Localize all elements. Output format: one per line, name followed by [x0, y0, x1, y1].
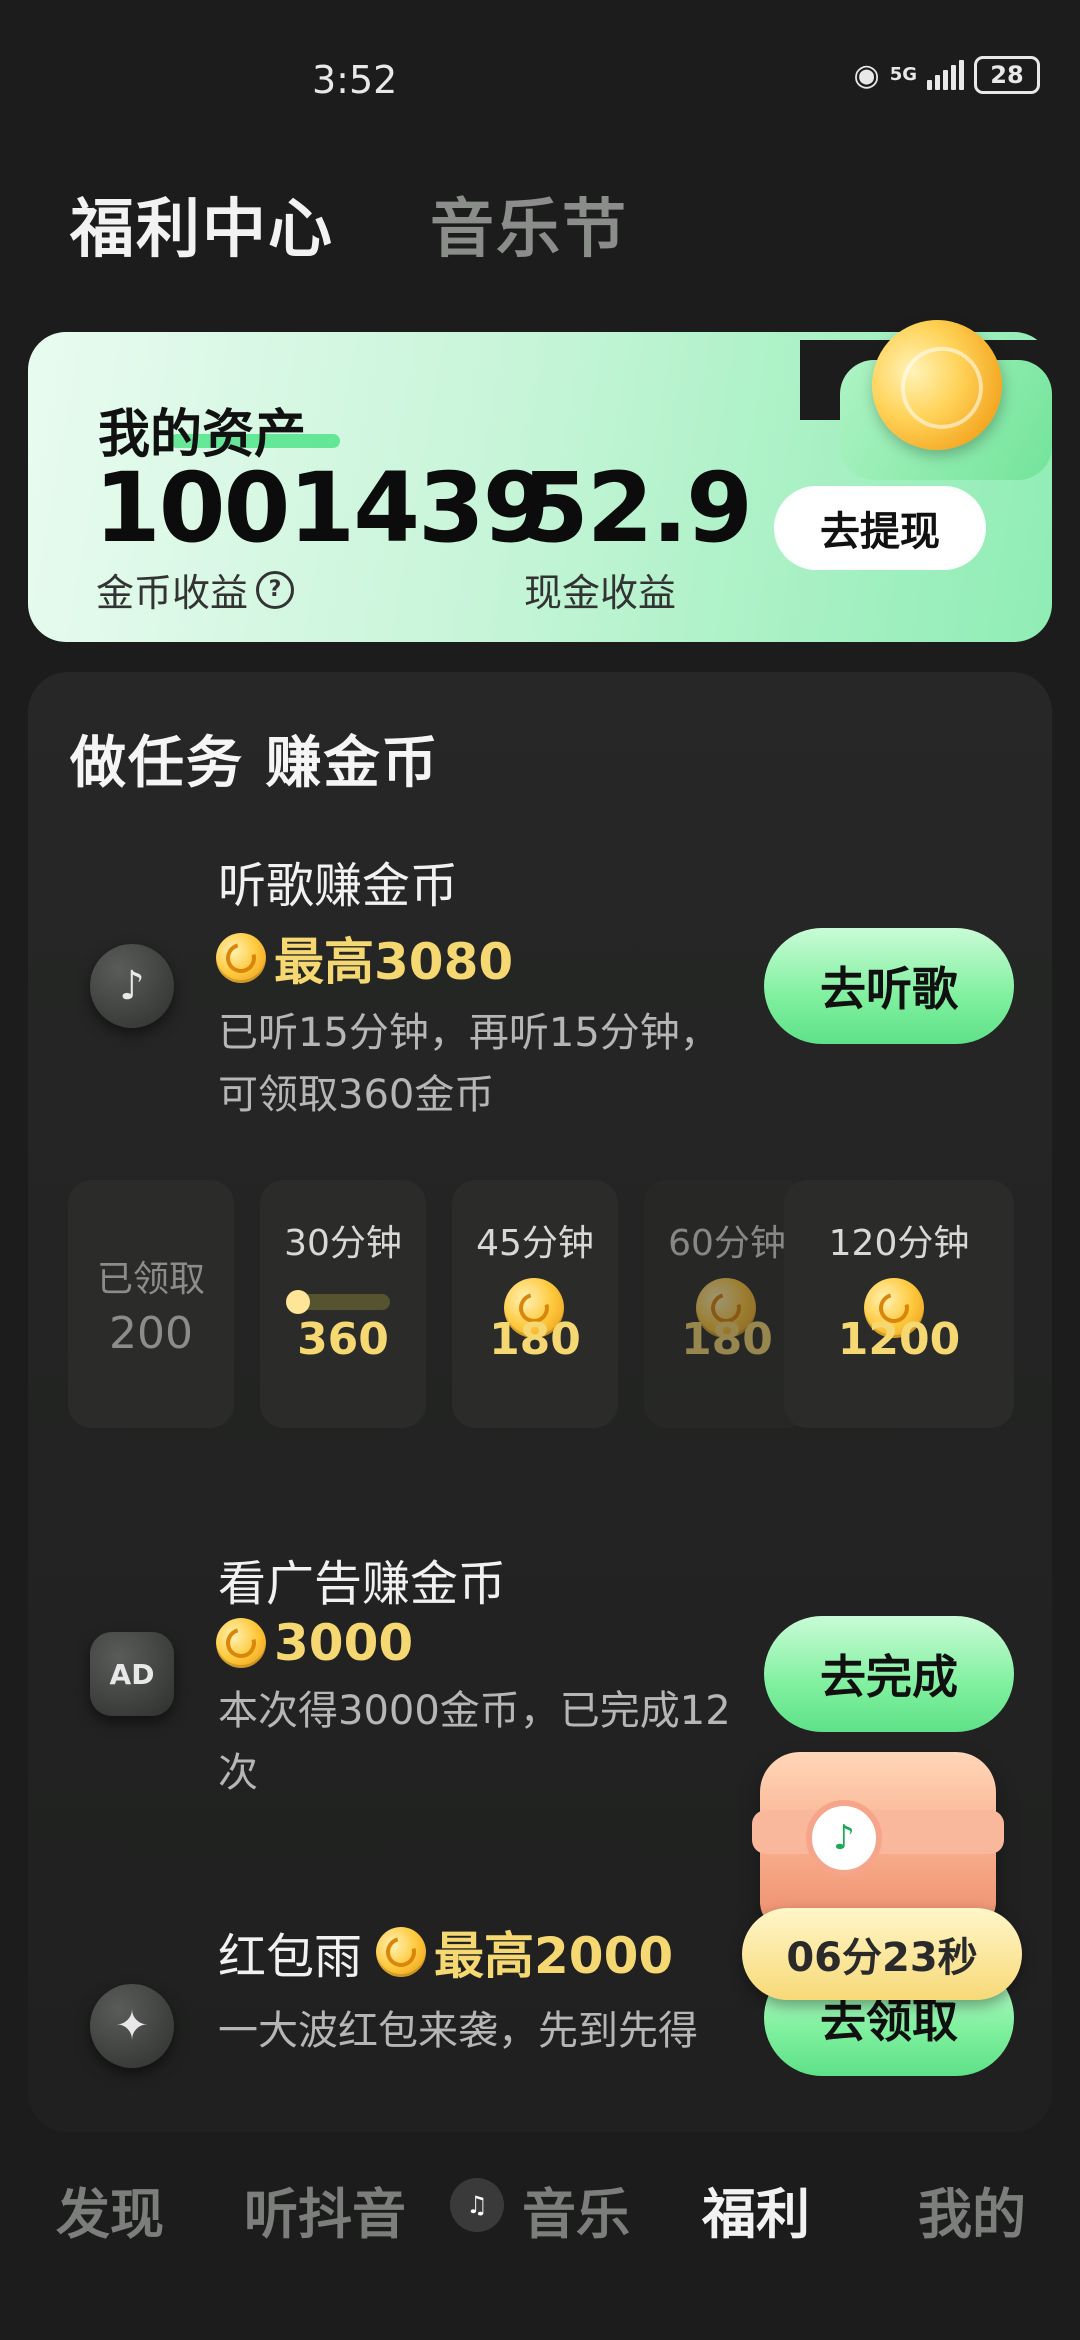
- red-packet-desc: 一大波红包来袭，先到先得: [218, 2008, 698, 2054]
- coin-label: 金币收益 ?: [96, 562, 295, 617]
- red-packet-title-row: 红包雨 最高2000: [218, 1916, 673, 1988]
- milestone-45min[interactable]: 45分钟 180: [452, 1180, 618, 1428]
- nav-discover[interactable]: 发现: [56, 2170, 164, 2249]
- ads-task-title: 看广告赚金币: [218, 1556, 507, 1612]
- chest-timer: 06分23秒: [742, 1908, 1022, 2000]
- withdraw-button[interactable]: 去提现: [774, 486, 986, 570]
- milestone-label: 120分钟: [828, 1223, 970, 1264]
- hotspot-icon: ◉: [853, 57, 880, 93]
- listen-task-title: 听歌赚金币: [218, 858, 459, 914]
- nav-music[interactable]: 音乐: [522, 2170, 630, 2249]
- nav-welfare[interactable]: 福利: [702, 2170, 810, 2249]
- milestone-amount: 360: [297, 1314, 389, 1365]
- chest-lock-icon: ♪: [806, 1800, 882, 1876]
- ad-icon: AD: [90, 1632, 174, 1716]
- milestone-amount: 1200: [837, 1314, 961, 1365]
- status-time: 3:52: [312, 58, 398, 102]
- tab-welfare-center[interactable]: 福利中心: [70, 178, 334, 270]
- red-packet-reward: 最高2000: [376, 1916, 673, 1988]
- signal-icon: [927, 60, 964, 90]
- milestone-amount: 200: [109, 1308, 193, 1359]
- battery-level: 28: [990, 61, 1024, 89]
- battery-icon: 28: [974, 56, 1040, 94]
- coin-icon: [376, 1927, 427, 1977]
- ads-reward-text: 3000: [274, 1614, 414, 1672]
- milestone-amount: 180: [489, 1314, 581, 1365]
- milestone-progress-knob: [286, 1290, 310, 1314]
- cash-label: 现金收益: [524, 571, 677, 615]
- music-note-icon: ♪: [90, 944, 174, 1028]
- milestone-progress: [286, 1290, 390, 1314]
- network-label: 5G: [889, 64, 917, 85]
- milestone-label: 30分钟: [284, 1223, 402, 1264]
- listen-reward-text: 最高3080: [274, 933, 514, 991]
- ads-task-desc: 本次得3000金币，已完成12次: [218, 1688, 731, 1796]
- milestone-label: 45分钟: [476, 1223, 594, 1264]
- coin-icon: [216, 933, 266, 983]
- tab-music-festival[interactable]: 音乐节: [430, 178, 628, 270]
- coin-label-text: 金币收益: [96, 571, 249, 615]
- ads-task-reward: 3000: [216, 1614, 413, 1672]
- listen-task-reward: 最高3080: [216, 922, 513, 994]
- milestone-label: 已领取: [96, 1259, 205, 1300]
- milestone-120min[interactable]: 120分钟 1200: [784, 1180, 1014, 1428]
- status-icons: ◉ 5G 28: [853, 56, 1040, 94]
- help-icon[interactable]: ?: [256, 570, 295, 609]
- red-packet-title: 红包雨: [218, 1929, 363, 1985]
- milestone-30min[interactable]: 30分钟 360: [260, 1180, 426, 1428]
- coin-balance: 1001439: [94, 452, 550, 564]
- listen-task-desc: 已听15分钟，再听15分钟，可领取360金币: [218, 1010, 720, 1118]
- red-packet-icon: ✦: [90, 1984, 174, 2068]
- complete-button[interactable]: 去完成: [764, 1616, 1014, 1732]
- red-packet-reward-text: 最高2000: [434, 1927, 674, 1985]
- listen-button[interactable]: 去听歌: [764, 928, 1014, 1044]
- milestone-claimed: 已领取 200: [68, 1180, 234, 1428]
- cash-balance: 52.9: [522, 452, 753, 564]
- music-avatar-icon[interactable]: ♫: [450, 2178, 504, 2232]
- task-heading: 做任务 赚金币: [70, 731, 440, 796]
- coin-icon: [216, 1618, 266, 1668]
- nav-listen-douyin[interactable]: 听抖音: [244, 2170, 406, 2249]
- nav-mine[interactable]: 我的: [918, 2170, 1026, 2249]
